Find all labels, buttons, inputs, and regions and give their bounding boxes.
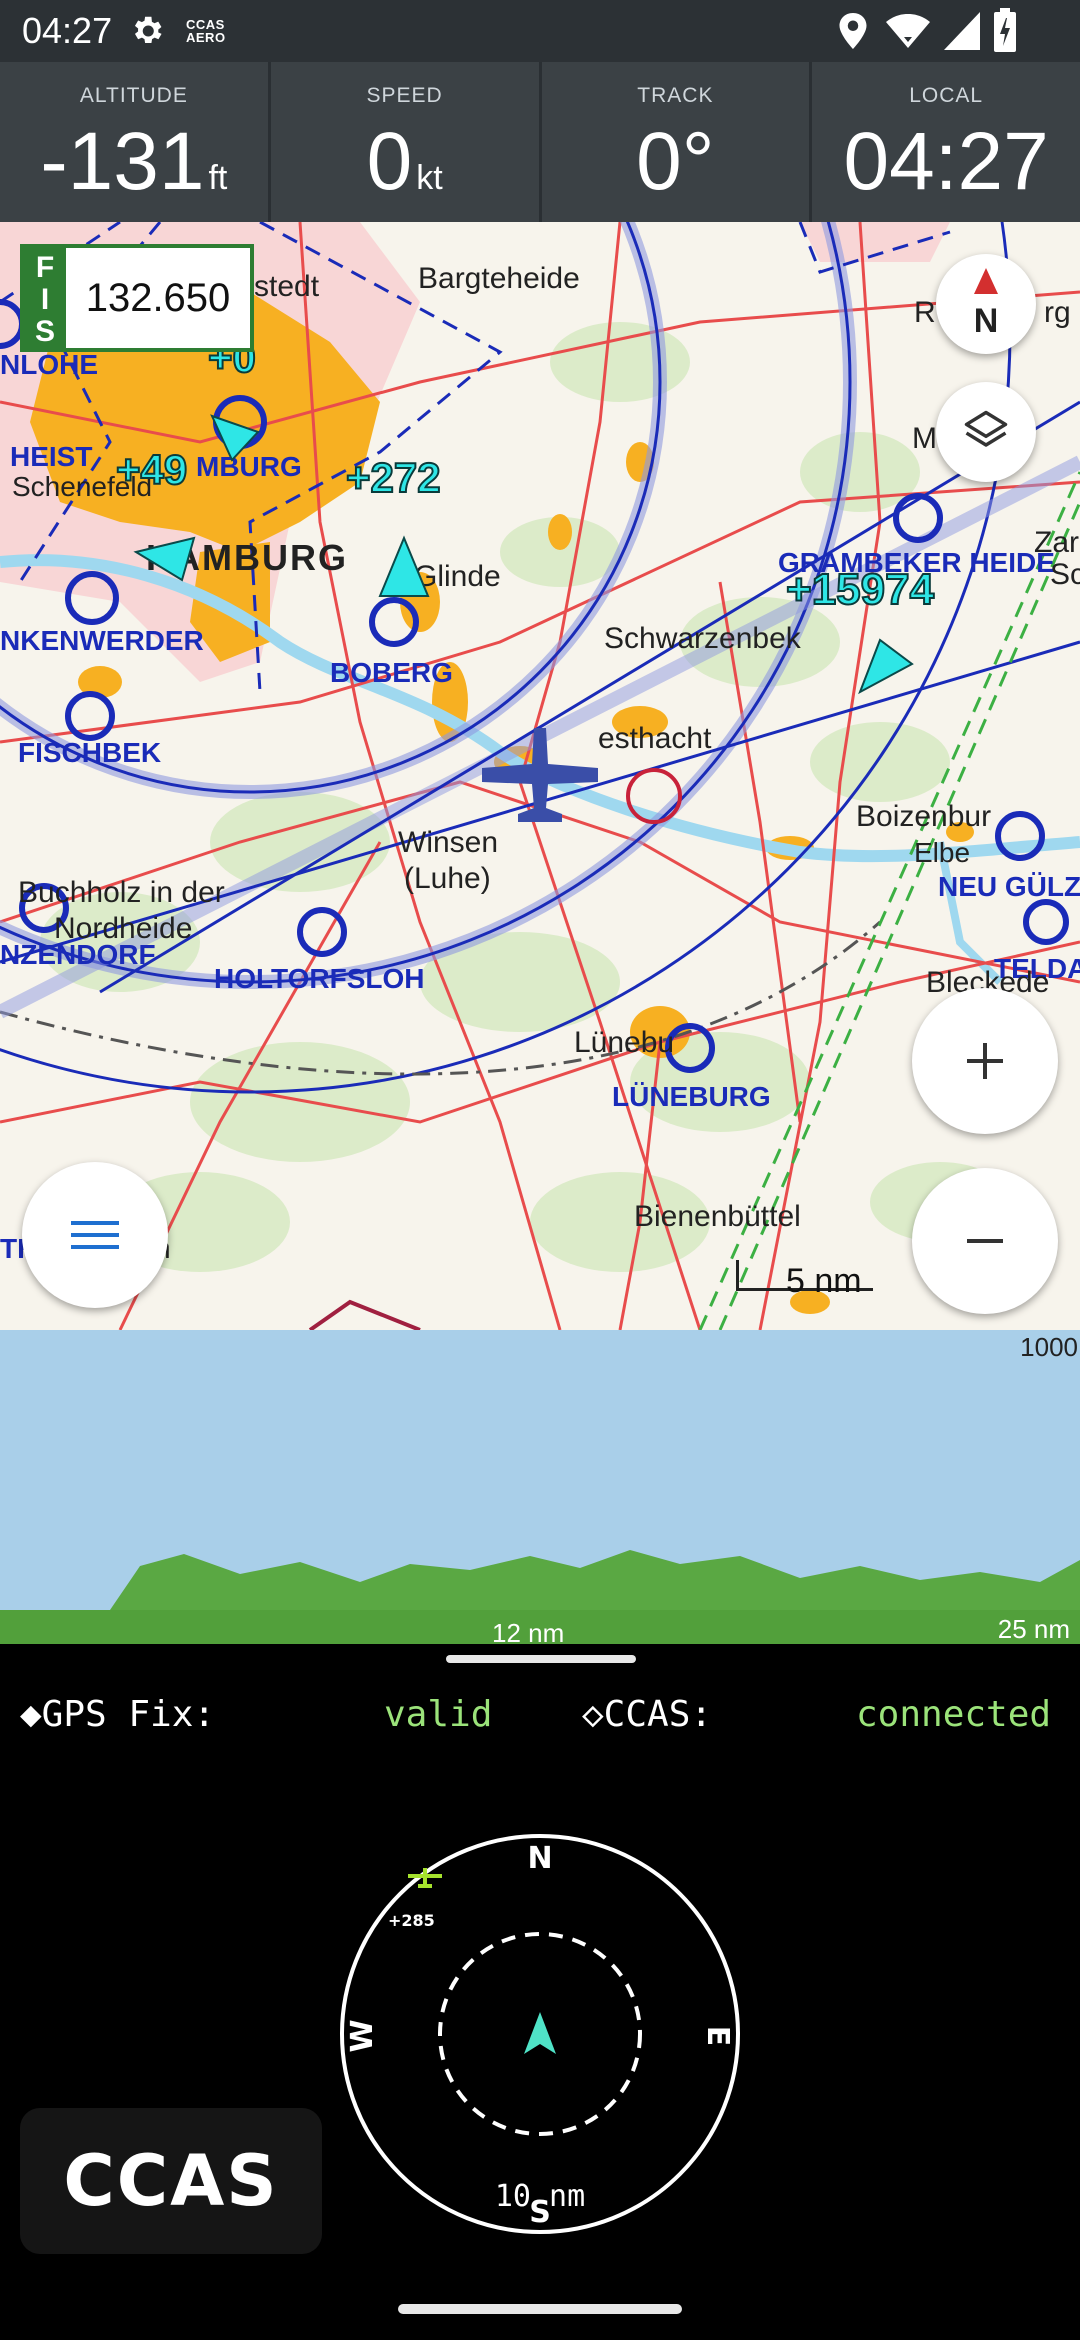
place-buchholz: Buchholz in der — [18, 876, 225, 909]
layers-button[interactable] — [936, 382, 1036, 482]
place-nlohe: NLOHE — [0, 349, 98, 380]
north-label: N — [974, 302, 999, 340]
speed-value-container: 0 kt — [271, 112, 539, 228]
main-menu-button[interactable] — [22, 1162, 168, 1308]
ccas-logo: CCAS — [63, 2140, 279, 2222]
fis-letter-s: S — [34, 315, 55, 348]
place-luneburg-airport: LÜNEBURG — [612, 1081, 771, 1112]
menu-icon — [71, 1221, 119, 1249]
gps-fix-value: valid — [384, 1694, 493, 1735]
fis-letter-i: I — [40, 283, 50, 316]
altitude-value-container: -131 ft — [0, 112, 268, 228]
speed-label: SPEED — [366, 84, 443, 107]
place-neu-gulz: NEU GÜLZ — [938, 871, 1080, 902]
place-holtorfsloh: HOLTORFSLOH — [214, 963, 425, 994]
place-boberg: BOBERG — [330, 657, 453, 688]
local-time-label: LOCAL — [909, 84, 984, 107]
place-bienenbuttel: Bienenbüttel — [634, 1200, 801, 1233]
radar-range: 10 nm — [495, 2179, 585, 2214]
altitude-label: ALTITUDE — [79, 84, 188, 107]
panel-drag-handle[interactable] — [446, 1655, 636, 1663]
place-ratzeburg-partial-2: rg — [1044, 296, 1071, 329]
north-up-button[interactable]: N — [936, 254, 1036, 354]
radar-east: E — [700, 2026, 735, 2047]
location-icon — [839, 13, 867, 49]
place-nzendorf: NZENDORF — [0, 939, 156, 970]
layers-icon — [964, 410, 1008, 447]
terrain-profile[interactable]: 1000 12 nm 25 nm — [0, 1330, 1080, 1644]
ccas-status-value: connected — [856, 1694, 1052, 1735]
speed-cell[interactable]: SPEED 0 kt — [271, 62, 542, 222]
moving-map[interactable]: Bargteheide stedt NLOHE HEIST Schenefeld… — [0, 222, 1080, 1330]
system-navigation-handle[interactable] — [398, 2304, 682, 2314]
north-arrow-icon: N — [974, 268, 999, 340]
altitude-unit: ft — [208, 159, 228, 197]
place-luneburg-town: Lünebu — [574, 1026, 674, 1059]
traffic-label-1: +49 — [116, 446, 187, 493]
place-schwarzenbek: Schwarzenbek — [604, 622, 802, 655]
local-time-value: 04:27 — [843, 116, 1049, 207]
place-heist: HEIST — [10, 441, 92, 472]
traffic-radar[interactable]: N E W S 10 nm +285 — [330, 1824, 750, 2244]
ownship-airplane-icon — [482, 728, 598, 822]
fis-label: F I S — [24, 248, 66, 348]
signal-icon — [944, 12, 980, 50]
map-base-layer: Bargteheide stedt NLOHE HEIST Schenefeld… — [0, 222, 1080, 1330]
track-cell[interactable]: TRACK 0° — [542, 62, 813, 222]
track-label: TRACK — [637, 84, 714, 107]
place-hamburg-airport: MBURG — [196, 451, 302, 482]
zoom-out-button[interactable] — [912, 1168, 1058, 1314]
place-winsen-2: (Luhe) — [404, 862, 491, 895]
place-winsen-1: Winsen — [398, 826, 498, 859]
place-bargteheide: Bargteheide — [418, 262, 580, 295]
profile-end-distance: 25 nm — [997, 1614, 1070, 1644]
place-geesthacht: esthacht — [598, 722, 712, 755]
radar-west: W — [345, 2019, 380, 2052]
ccas-status-label: ◇CCAS: — [582, 1694, 713, 1735]
speed-value: 0 — [366, 116, 413, 207]
place-stedt: stedt — [254, 270, 320, 303]
altitude-value: -131 — [40, 116, 205, 207]
place-ratzeburg-partial: R — [914, 296, 936, 329]
map-scale-label: 5 nm — [786, 1262, 862, 1300]
place-sc: Sc — [1050, 558, 1080, 591]
ccas-panel: ◆GPS Fix: valid ◇CCAS: connected N E W S… — [0, 1644, 1080, 2340]
place-fischbek: FISCHBEK — [18, 737, 161, 768]
traffic-label-2: +272 — [346, 454, 441, 501]
flight-info-panel: ALTITUDE -131 ft SPEED 0 kt TRACK 0° LOCAL… — [0, 62, 1080, 222]
minus-icon — [967, 1239, 1003, 1243]
ccas-aero-status-icon: CCAS AERO — [186, 18, 226, 44]
wifi-icon — [886, 14, 930, 48]
place-elbe: Elbe — [914, 837, 970, 868]
place-glinde: Glinde — [414, 560, 501, 593]
terrain-profile-chart — [0, 1550, 1080, 1644]
radar-north: N — [527, 1841, 552, 1876]
settings-gear-icon — [134, 16, 162, 44]
traffic-label-3: +15974 — [786, 565, 935, 614]
fis-frequency: 132.650 — [85, 275, 231, 320]
fis-letter-f: F — [35, 251, 55, 284]
status-time: 04:27 — [22, 10, 113, 51]
traffic-arrow-icon — [858, 638, 914, 695]
zoom-in-button[interactable] — [912, 988, 1058, 1134]
gps-fix-label: ◆GPS Fix: — [20, 1694, 216, 1735]
speed-unit: kt — [416, 159, 443, 197]
profile-mid-distance: 12 nm — [492, 1618, 565, 1644]
ccas-logo-button[interactable]: CCAS — [20, 2108, 322, 2254]
plus-icon — [967, 1043, 1003, 1079]
track-value: 0° — [636, 116, 715, 207]
local-time-cell[interactable]: LOCAL 04:27 — [812, 62, 1080, 222]
ccas-aero-line2: AERO — [186, 30, 226, 45]
radar-target-label: +285 — [388, 1911, 435, 1930]
altitude-cell[interactable]: ALTITUDE -131 ft — [0, 62, 271, 222]
place-boizenburg: Boizenbur — [856, 800, 991, 833]
status-bar: 04:27 CCAS AERO — [0, 0, 1080, 62]
radar-ownship-icon — [524, 2012, 556, 2054]
fis-frequency-box[interactable]: F I S 132.650 — [20, 244, 254, 352]
battery-icon — [994, 8, 1016, 52]
place-zarr: Zar — [1034, 526, 1079, 559]
place-finkenwerder: NKENWERDER — [0, 625, 204, 656]
profile-altitude-label: 1000 — [1020, 1332, 1078, 1362]
